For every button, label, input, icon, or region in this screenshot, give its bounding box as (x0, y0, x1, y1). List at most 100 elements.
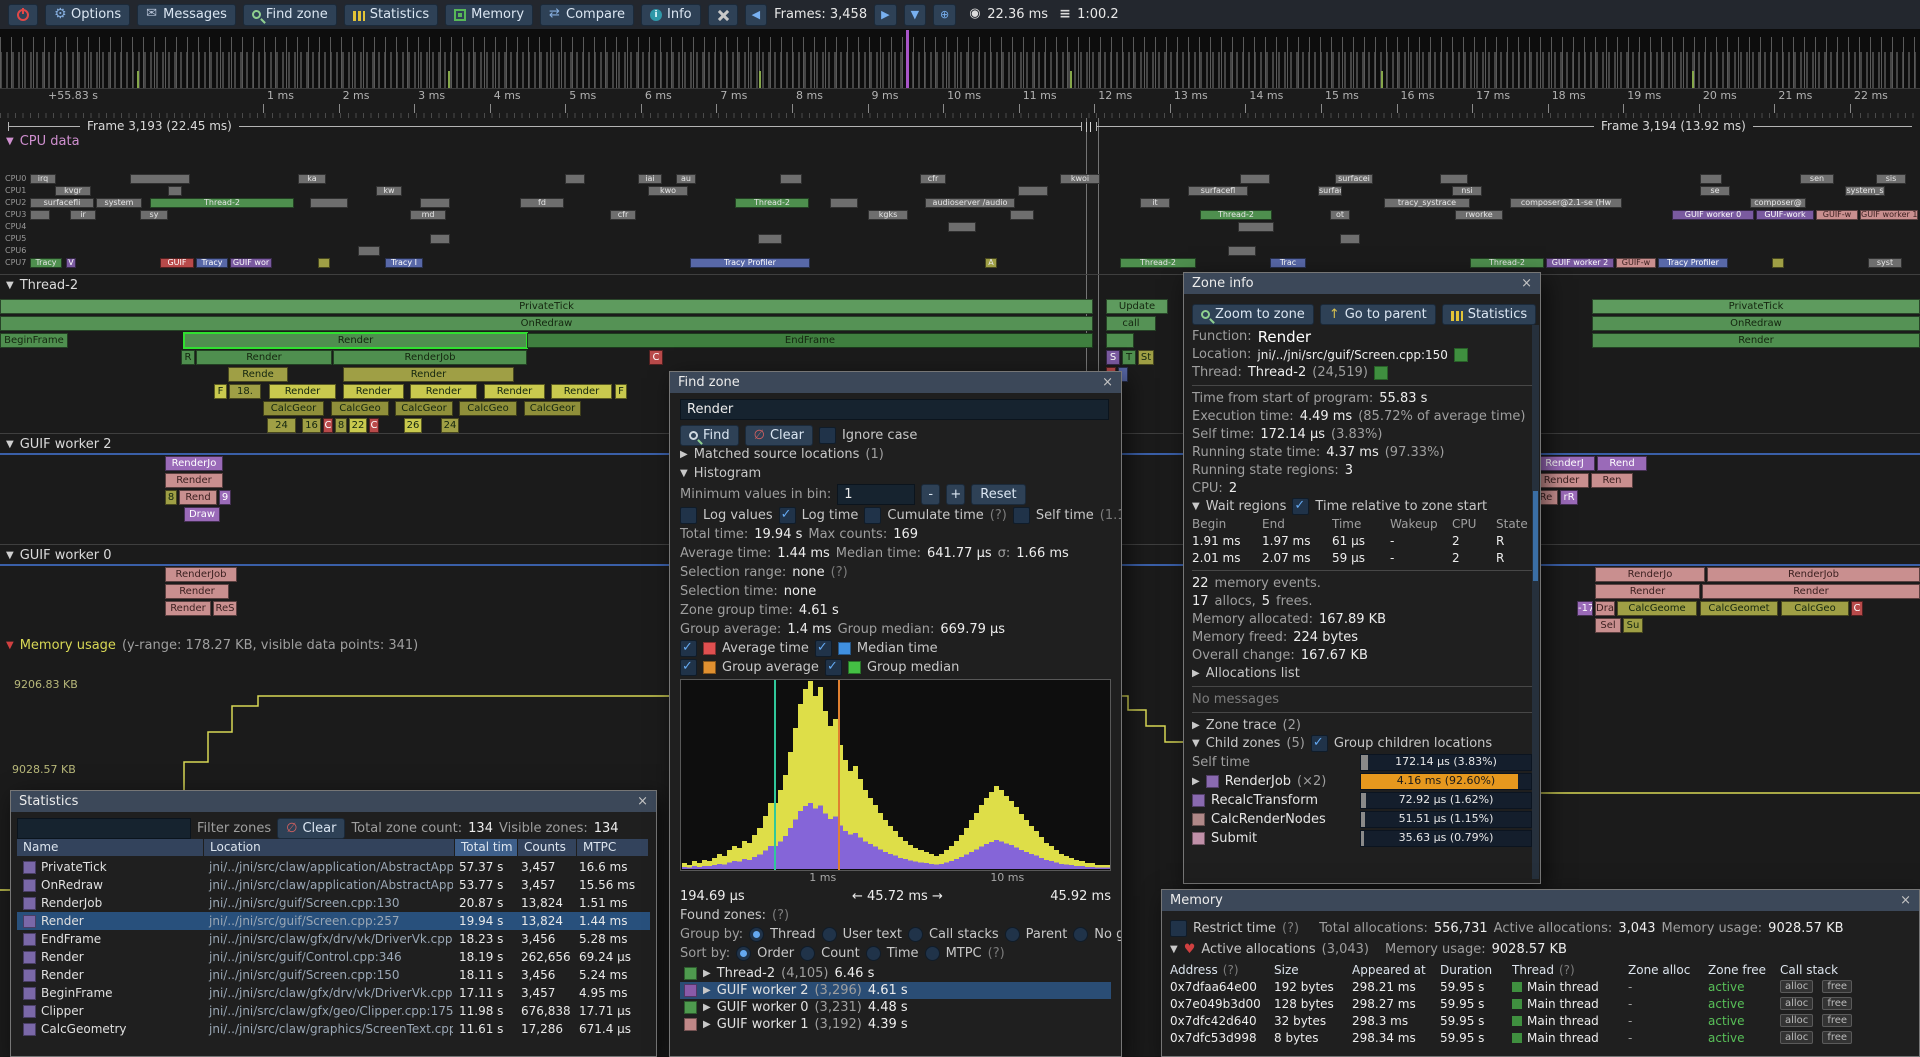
cpu-zone[interactable]: system_s (1845, 186, 1885, 196)
cpu-zone[interactable]: cfr (610, 210, 636, 220)
child-zone-row[interactable]: CalcRenderNodes51.51 μs (1.15%) (1192, 811, 1532, 827)
timeline-zone[interactable]: Render (1702, 584, 1920, 599)
timeline-zone[interactable]: Draw (184, 507, 220, 522)
log-values-checkbox[interactable] (680, 507, 697, 524)
cpu-zone[interactable]: Tracy (30, 258, 62, 268)
timeline-zone[interactable]: Render (165, 584, 229, 599)
table-row[interactable]: Renderjni/../jni/src/guif/Screen.cpp:257… (17, 912, 650, 930)
cumulate-time-checkbox[interactable] (864, 507, 881, 524)
timeline-zone[interactable]: EndFrame (527, 333, 1093, 348)
cpu-zone[interactable]: rworke (1455, 210, 1503, 220)
find-zone-button[interactable]: Find zone (243, 4, 337, 26)
collapse-icon[interactable]: ▼ (6, 136, 14, 147)
timeline-zone[interactable]: 9 (219, 490, 231, 505)
sort-by-radio-time[interactable] (866, 946, 881, 961)
table-row[interactable]: CalcGeometryjni/../jni/src/claw/graphics… (17, 1020, 650, 1038)
cpu-zone[interactable] (420, 198, 450, 208)
timeline-zone[interactable]: CalcGeo (331, 401, 389, 416)
cpu-zone[interactable] (1010, 210, 1034, 220)
cpu-zone[interactable] (318, 258, 330, 268)
frame-dropdown-button[interactable]: ▼ (904, 4, 926, 26)
call-stack-tag[interactable]: alloc (1780, 997, 1813, 1010)
cpu-zone[interactable]: sis (1876, 174, 1906, 184)
decrement-button[interactable]: - (921, 484, 940, 505)
timeline-zone[interactable]: Rend (1597, 456, 1647, 471)
cpu-zone[interactable]: surfac (1318, 186, 1342, 196)
timeline-zone[interactable]: CalcGeor (395, 401, 453, 416)
cpu-zone[interactable]: GUIF-w (1816, 210, 1858, 220)
sort-by-radio-count[interactable] (800, 946, 815, 961)
restrict-time-checkbox[interactable] (1170, 920, 1187, 937)
close-icon[interactable]: × (1102, 375, 1113, 390)
timeline-zone[interactable]: CalcGeomet (1700, 601, 1778, 616)
cpu-zone[interactable] (780, 174, 802, 184)
timeline-zone[interactable]: 24 (267, 418, 296, 433)
memory-usage-header[interactable]: ▼ Memory usage (y-range: 178.27 KB, visi… (6, 638, 418, 653)
log-time-checkbox[interactable] (779, 507, 796, 524)
alloc-address[interactable]: 0x7e049b3d00 (1170, 997, 1274, 1011)
close-icon[interactable]: × (1900, 893, 1911, 908)
collapse-icon[interactable]: ▼ (1192, 501, 1200, 512)
expand-icon[interactable]: ▶ (1192, 776, 1200, 787)
histogram-chart[interactable] (680, 679, 1111, 871)
cpu-zone[interactable] (1700, 174, 1722, 184)
goto-frame-button[interactable]: ⊕ (933, 4, 956, 26)
call-stack-tag[interactable]: alloc (1780, 1014, 1813, 1027)
cpu-zone[interactable]: ot (1330, 210, 1350, 220)
cpu-zone[interactable]: kvgr (55, 186, 91, 196)
cpu-zone[interactable]: ka (298, 174, 326, 184)
expand-icon[interactable]: ▶ (703, 968, 711, 979)
timeline-zone[interactable]: R (181, 350, 195, 365)
scrollbar-thumb[interactable] (1533, 491, 1538, 581)
collapse-icon[interactable]: ▼ (6, 439, 14, 450)
timeline-zone[interactable]: 16 (302, 418, 321, 433)
cpu-zone[interactable]: GUIF worker 1 (1860, 210, 1918, 220)
timeline-zone[interactable]: RenderJo (1595, 567, 1705, 582)
timeline-zone[interactable]: CalcGeome (1617, 601, 1697, 616)
statistics-button[interactable]: Statistics (1442, 304, 1536, 325)
cpu-zone[interactable]: sen (1800, 174, 1834, 184)
expand-icon[interactable]: ▶ (1192, 720, 1200, 731)
cpu-zone[interactable]: it (1140, 198, 1170, 208)
timeline-zone[interactable]: Render (165, 473, 223, 488)
timeline-zone[interactable]: C (323, 418, 333, 433)
cpu-data-header[interactable]: ▼ CPU data (6, 132, 80, 150)
timeline-zone[interactable] (1106, 333, 1134, 348)
collapse-icon[interactable]: ▼ (680, 468, 688, 479)
cpu-zone[interactable]: Tracy Profiler (690, 258, 810, 268)
call-stack-tag[interactable]: alloc (1780, 980, 1813, 993)
timeline-zone[interactable]: Sel (1595, 618, 1621, 633)
cpu-zone[interactable]: surfacei (1335, 174, 1373, 184)
cpu-zone[interactable]: cfr (920, 174, 946, 184)
cpu-zone[interactable] (1240, 174, 1270, 184)
cpu-zone[interactable]: kgks (868, 210, 908, 220)
cpu-zone[interactable] (830, 198, 858, 208)
alloc-address[interactable]: 0x7dfc42d640 (1170, 1014, 1274, 1028)
cpu-zone[interactable]: Tracy (196, 258, 228, 268)
collapse-icon[interactable]: ▼ (1170, 944, 1178, 955)
cpu-zone[interactable] (30, 210, 50, 220)
cpu-zone[interactable]: Tracy Profiler (1658, 258, 1728, 268)
child-zone-row[interactable]: Self time172.14 μs (3.83%) (1192, 754, 1532, 770)
cpu-zone[interactable]: se (1700, 186, 1730, 196)
group-by-radio-user-text[interactable] (822, 927, 837, 942)
sort-by-radio-order[interactable] (736, 946, 751, 961)
timeline-zone[interactable]: rR (1560, 490, 1578, 505)
cpu-zone[interactable]: Thread-2 (1470, 258, 1544, 268)
timeline-zone[interactable]: C (1851, 601, 1863, 616)
cpu-zone[interactable]: md (410, 210, 446, 220)
timeline-zone[interactable]: OnRedraw (0, 316, 1093, 331)
column-header-location[interactable]: Location (204, 839, 454, 856)
cpu-zone[interactable] (430, 234, 450, 244)
timeline-zone[interactable]: CalcGeor (524, 401, 581, 416)
column-header-zone-alloc[interactable]: Zone alloc (1628, 963, 1708, 977)
sort-by-radio-mtpc[interactable] (925, 946, 940, 961)
cpu-zone[interactable] (1228, 246, 1256, 256)
next-frame-button[interactable]: ▶ (874, 4, 896, 26)
timeline-zone[interactable]: Render (1534, 473, 1589, 488)
zoom-to-zone-button[interactable]: Zoom to zone (1192, 304, 1314, 325)
power-button[interactable] (8, 4, 38, 26)
timeline-zone[interactable]: RenderJob (165, 567, 237, 582)
statistics-table-header[interactable]: NameLocationTotal timCountsMTPC (17, 839, 650, 856)
call-stack-tag[interactable]: free (1822, 1014, 1852, 1027)
